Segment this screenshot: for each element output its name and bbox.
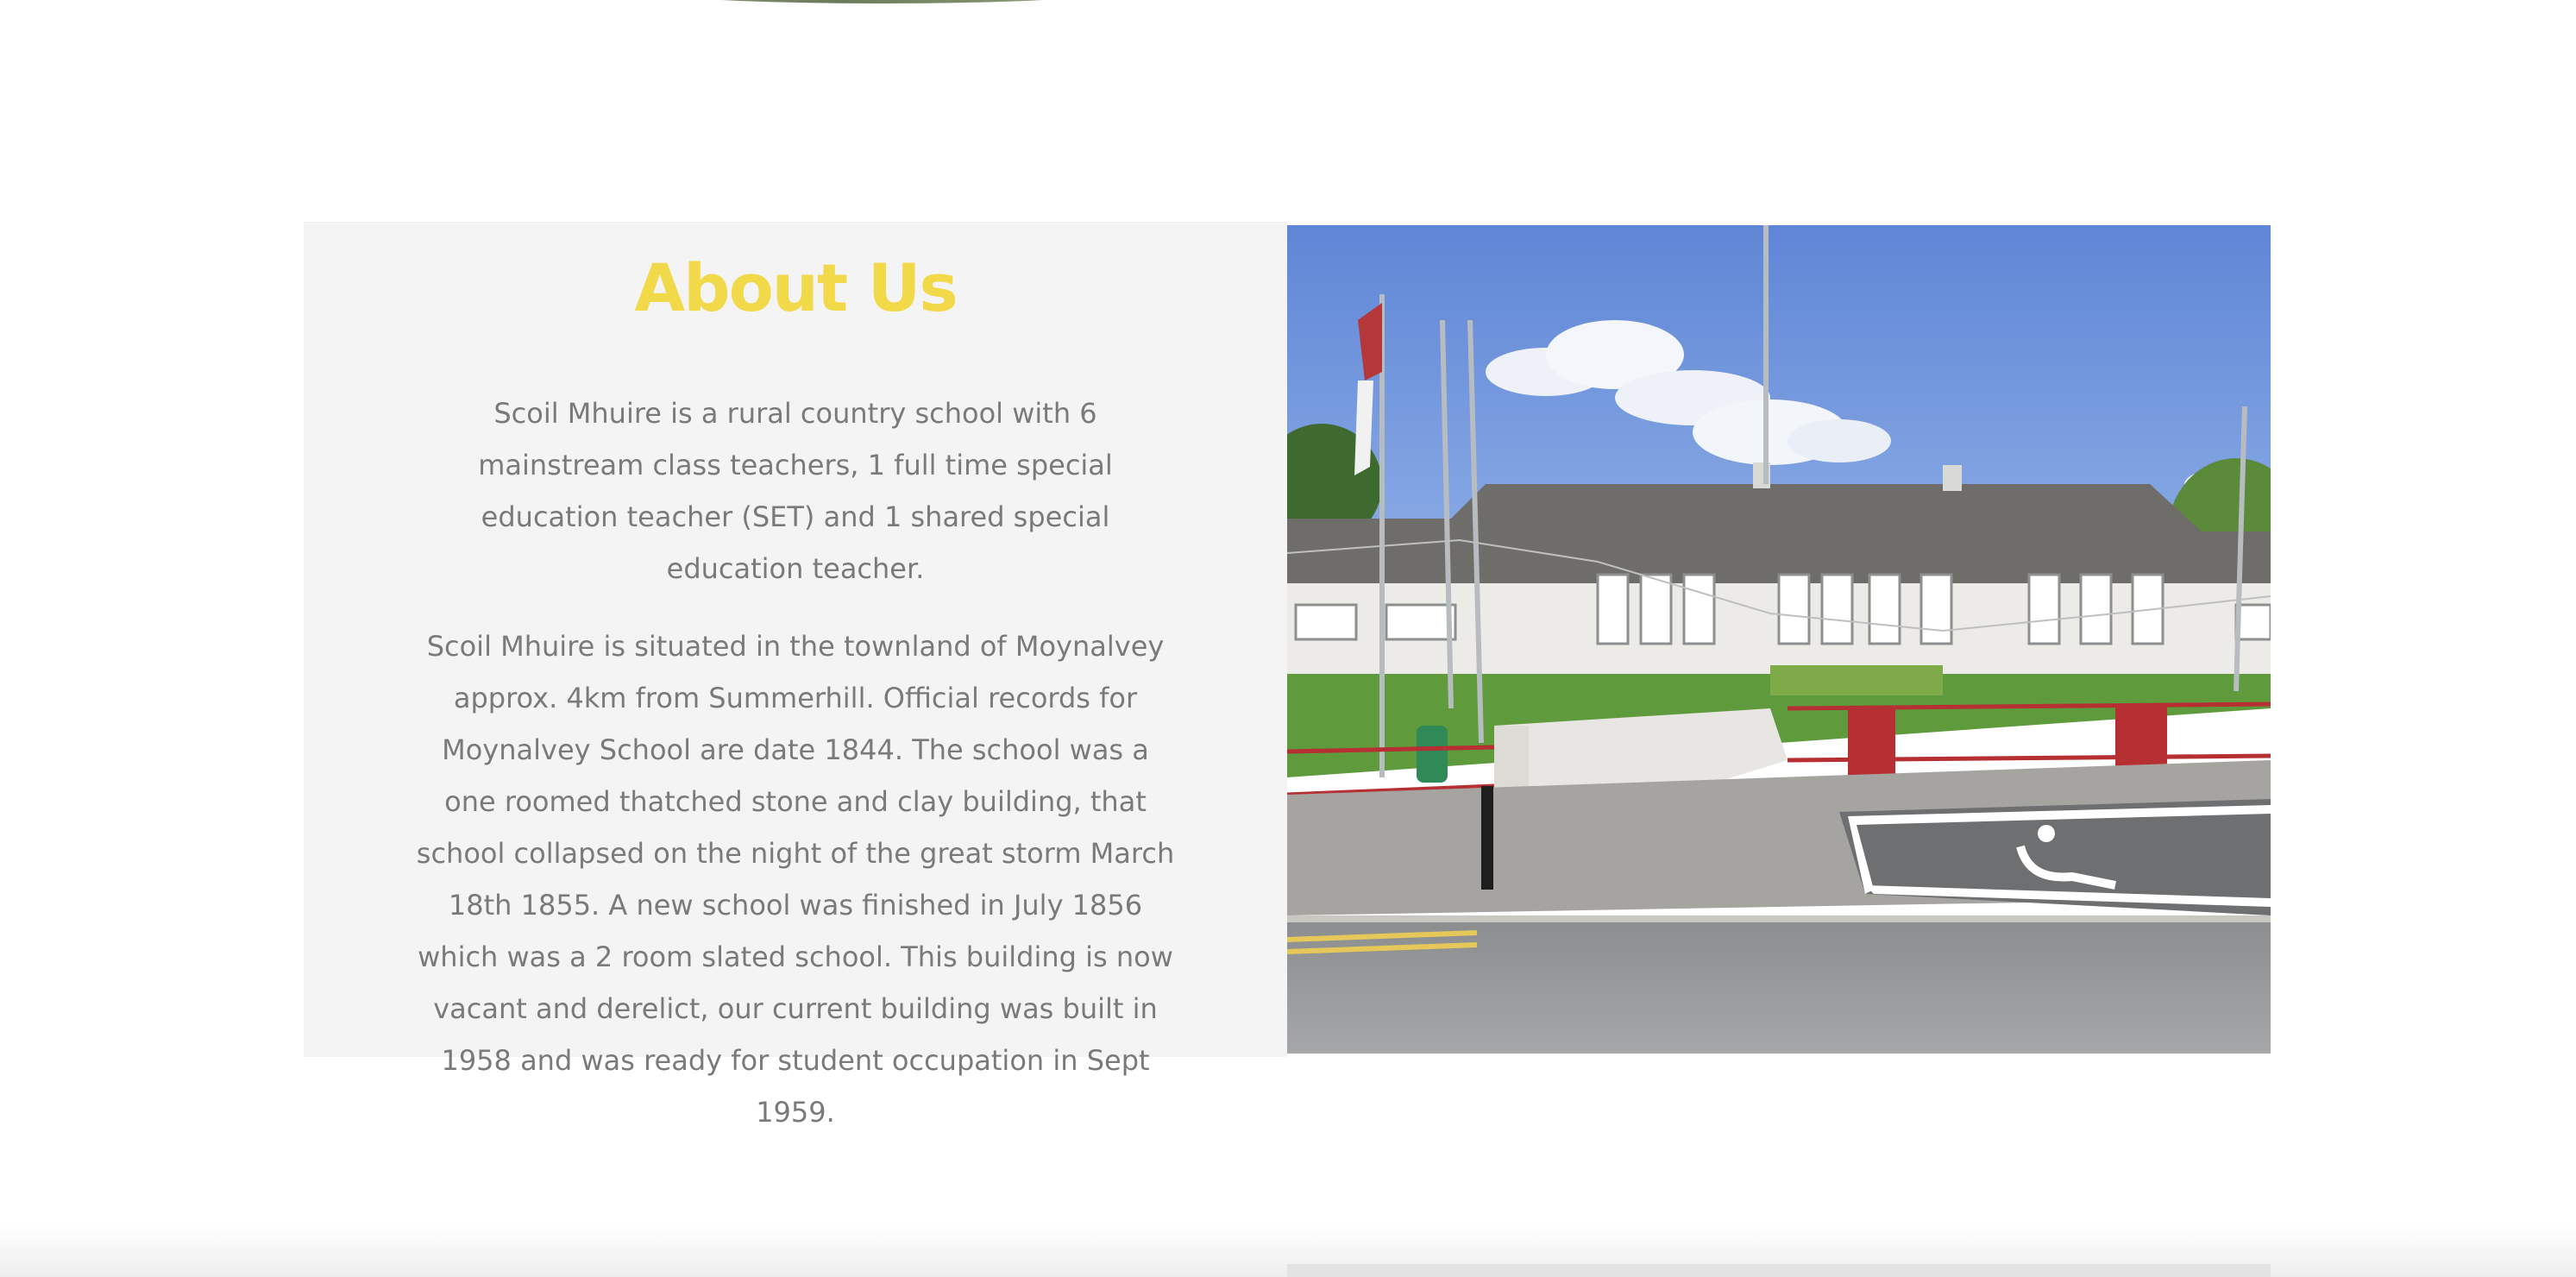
about-paragraph: Scoil Mhuire is situated in the townland… — [416, 630, 1175, 1129]
previous-section-image — [652, 0, 1113, 3]
page: About Us Scoil Mhuire is a rural country… — [0, 0, 2576, 1277]
about-text-panel: About Us Scoil Mhuire is a rural country… — [304, 222, 1287, 1129]
about-paragraph: Scoil Mhuire is a rural country school w… — [478, 397, 1113, 585]
about-body: Scoil Mhuire is a rural country school w… — [416, 387, 1175, 1164]
school-building-image — [1287, 225, 2271, 1054]
about-section: About Us Scoil Mhuire is a rural country… — [304, 222, 2271, 1129]
next-section-card — [1287, 1264, 2271, 1277]
about-title: About Us — [634, 249, 958, 326]
school-photo — [1287, 225, 2271, 1054]
